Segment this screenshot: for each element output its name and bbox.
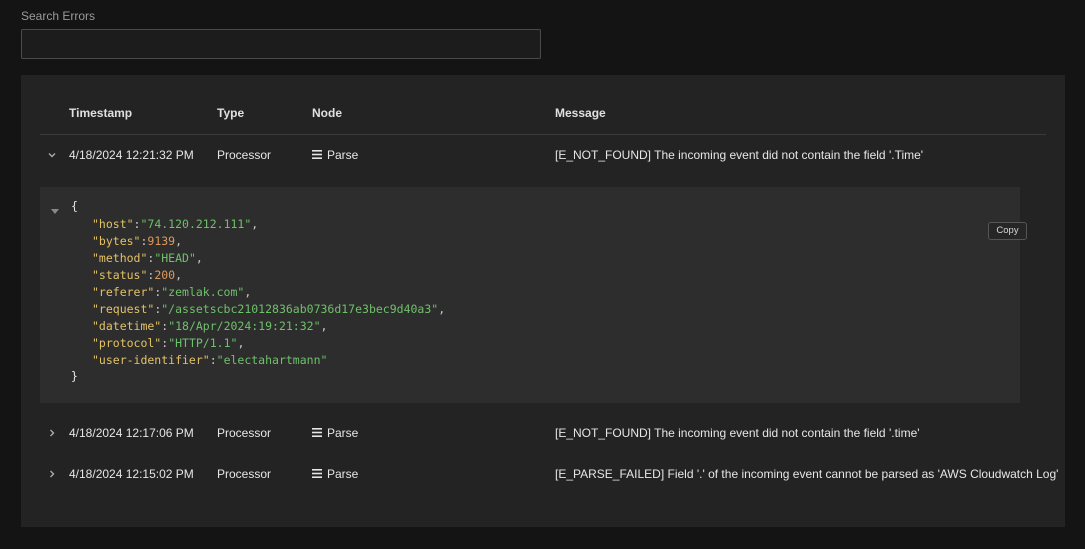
json-value: "HTTP/1.1"	[168, 336, 238, 350]
chevron-right-icon[interactable]	[47, 428, 57, 438]
error-row[interactable]: 4/18/2024 12:21:32 PM Processor Parse [E…	[21, 143, 1065, 167]
chevron-down-icon[interactable]	[47, 150, 57, 160]
json-key: "request"	[92, 302, 155, 316]
json-value: "74.120.212.111"	[140, 217, 252, 231]
row-type: Processor	[217, 426, 272, 440]
column-header-message[interactable]: Message	[555, 106, 606, 120]
json-value: "zemlak.com"	[161, 285, 245, 299]
row-message: [E_NOT_FOUND] The incoming event did not…	[555, 426, 920, 440]
list-icon	[312, 421, 322, 445]
json-comma: ,	[320, 319, 328, 333]
json-key: "method"	[92, 251, 148, 265]
json-open-brace: {	[71, 199, 78, 213]
json-value: "18/Apr/2024:19:21:32"	[168, 319, 321, 333]
row-message: [E_NOT_FOUND] The incoming event did not…	[555, 148, 924, 162]
json-value: "electahartmann"	[216, 353, 328, 367]
list-icon	[312, 143, 322, 167]
json-field-line: "user-identifier":"electahartmann"	[92, 352, 327, 369]
column-header-node[interactable]: Node	[312, 106, 342, 120]
json-comma: ,	[175, 268, 183, 282]
search-input[interactable]	[21, 29, 541, 59]
row-node-label: Parse	[327, 467, 359, 481]
json-key: "host"	[92, 217, 134, 231]
error-row[interactable]: 4/18/2024 12:15:02 PM Processor Parse [E…	[21, 462, 1065, 486]
json-value: "HEAD"	[154, 251, 196, 265]
row-node-label: Parse	[327, 148, 359, 162]
row-timestamp: 4/18/2024 12:17:06 PM	[69, 426, 194, 440]
json-field-line: "referer":"zemlak.com",	[92, 284, 251, 301]
json-field-line: "host":"74.120.212.111",	[92, 216, 258, 233]
header-divider	[40, 134, 1046, 135]
json-comma: ,	[195, 251, 203, 265]
column-header-type[interactable]: Type	[217, 106, 244, 120]
row-node: Parse	[312, 462, 358, 487]
json-field-line: "method":"HEAD",	[92, 250, 203, 267]
search-label: Search Errors	[21, 9, 96, 23]
json-comma: ,	[438, 302, 446, 316]
json-value: 200	[154, 268, 176, 282]
row-node: Parse	[312, 143, 358, 168]
json-comma: ,	[244, 285, 252, 299]
copy-button[interactable]: Copy	[988, 222, 1027, 240]
row-type: Processor	[217, 148, 272, 162]
json-close-brace: }	[71, 369, 78, 383]
json-field-line: "bytes":9139,	[92, 233, 182, 250]
chevron-right-icon[interactable]	[47, 469, 57, 479]
row-timestamp: 4/18/2024 12:15:02 PM	[69, 467, 194, 481]
json-field-line: "datetime":"18/Apr/2024:19:21:32",	[92, 318, 327, 335]
json-value: "/assetscbc21012836ab0736d17e3bec9d40a3"	[161, 302, 439, 316]
json-key: "protocol"	[92, 336, 162, 350]
json-comma: ,	[175, 234, 183, 248]
json-key: "referer"	[92, 285, 155, 299]
json-key: "user-identifier"	[92, 353, 210, 367]
list-icon	[312, 462, 322, 486]
json-field-line: "status":200,	[92, 267, 182, 284]
json-comma: ,	[251, 217, 259, 231]
json-colon: :	[209, 353, 217, 367]
json-key: "datetime"	[92, 319, 162, 333]
json-field-line: "request":"/assetscbc21012836ab0736d17e3…	[92, 301, 445, 318]
json-comma: ,	[237, 336, 245, 350]
row-type: Processor	[217, 467, 272, 481]
errors-panel: Timestamp Type Node Message 4/18/2024 12…	[21, 75, 1065, 527]
column-header-timestamp[interactable]: Timestamp	[69, 106, 132, 120]
error-row[interactable]: 4/18/2024 12:17:06 PM Processor Parse [E…	[21, 421, 1065, 445]
caret-down-icon[interactable]	[51, 204, 59, 218]
json-value: 9139	[147, 234, 176, 248]
row-message: [E_PARSE_FAILED] Field '.' of the incomi…	[555, 467, 1059, 481]
row-node-label: Parse	[327, 426, 359, 440]
json-key: "status"	[92, 268, 148, 282]
json-field-line: "protocol":"HTTP/1.1",	[92, 335, 244, 352]
row-timestamp: 4/18/2024 12:21:32 PM	[69, 148, 194, 162]
json-key: "bytes"	[92, 234, 141, 248]
event-json-viewer: { "host":"74.120.212.111", "bytes":9139, "…	[40, 187, 1027, 403]
row-node: Parse	[312, 421, 358, 446]
